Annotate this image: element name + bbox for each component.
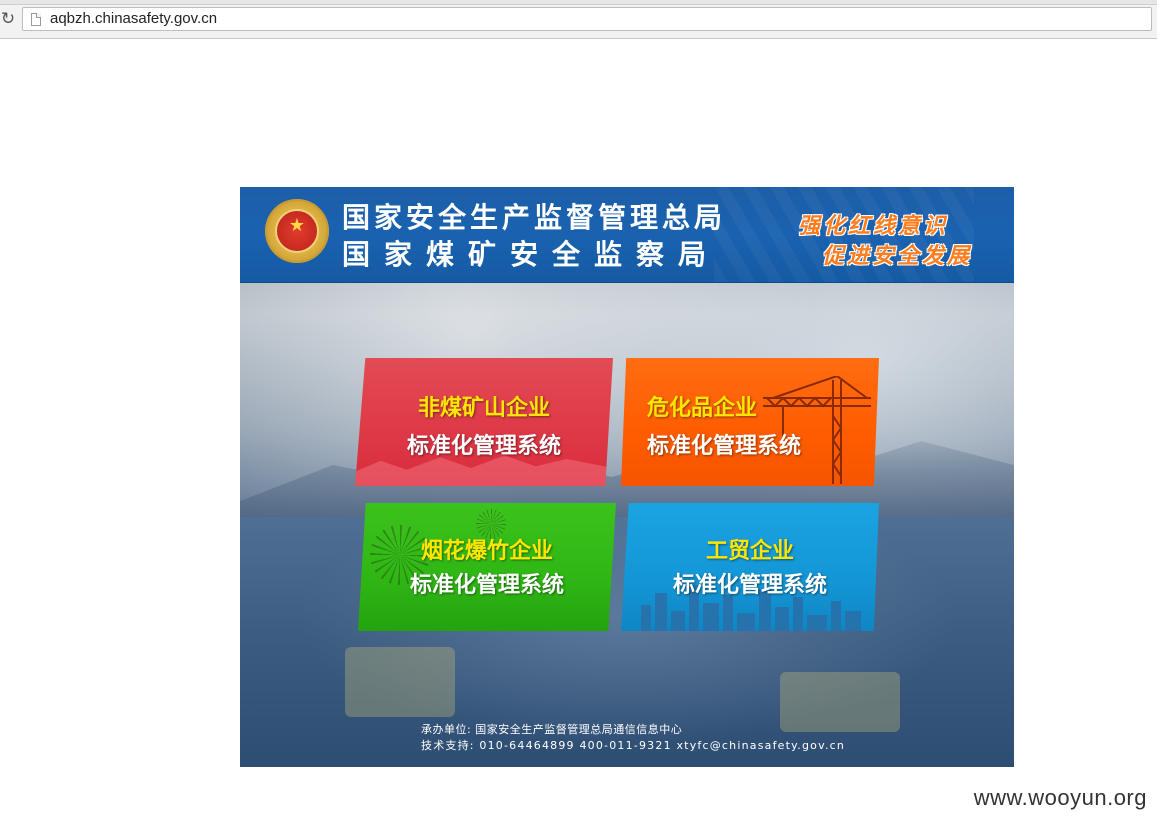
address-bar[interactable]: aqbzh.chinasafety.gov.cn (22, 7, 1152, 31)
portal-panel: ★ 国家安全生产监督管理总局 国家煤矿安全监察局 强化红线意识 促进安全发展 非… (240, 187, 1014, 767)
agency-name-secondary: 国家煤矿安全监察局 (342, 238, 721, 271)
url-text[interactable]: aqbzh.chinasafety.gov.cn (50, 10, 217, 28)
browser-toolbar: ↻ aqbzh.chinasafety.gov.cn (0, 0, 1157, 39)
slogan-line-1: 强化红线意识 (798, 214, 949, 239)
slogan-line-2: 促进安全发展 (822, 244, 973, 269)
excavator-image (345, 647, 455, 717)
hazardous-chemicals-system-tile[interactable]: 危化品企业 标准化管理系统 (621, 358, 879, 486)
tile-title: 烟花爆竹企业 (420, 539, 553, 564)
tile-subtitle: 标准化管理系统 (647, 434, 802, 459)
fireworks-system-tile[interactable]: 烟花爆竹企业 标准化管理系统 (358, 503, 616, 631)
watermark-text: www.wooyun.org (973, 785, 1147, 810)
sponsor-info: 承办单位: 国家安全生产监督管理总局通信信息中心 (421, 723, 683, 736)
tile-title: 工贸企业 (705, 539, 794, 564)
non-coal-mine-system-tile[interactable]: 非煤矿山企业 标准化管理系统 (355, 358, 613, 486)
tile-title: 非煤矿山企业 (417, 396, 550, 421)
national-emblem-icon: ★ (265, 199, 329, 263)
industry-trade-system-tile[interactable]: 工贸企业 标准化管理系统 (621, 503, 879, 631)
site-header: ★ 国家安全生产监督管理总局 国家煤矿安全监察局 强化红线意识 促进安全发展 (240, 187, 1014, 283)
agency-name-primary: 国家安全生产监督管理总局 (342, 201, 727, 234)
reload-icon[interactable]: ↻ (0, 9, 16, 29)
page-icon (31, 13, 41, 26)
tile-subtitle: 标准化管理系统 (672, 573, 827, 598)
excavator-image (780, 672, 900, 732)
tile-subtitle: 标准化管理系统 (409, 573, 564, 598)
tab-strip (0, 0, 1157, 5)
tile-title: 危化品企业 (647, 396, 758, 421)
tech-support-info: 技术支持: 010-64464899 400-011-9321 xtyfc@ch… (421, 739, 846, 752)
tile-subtitle: 标准化管理系统 (406, 434, 561, 459)
